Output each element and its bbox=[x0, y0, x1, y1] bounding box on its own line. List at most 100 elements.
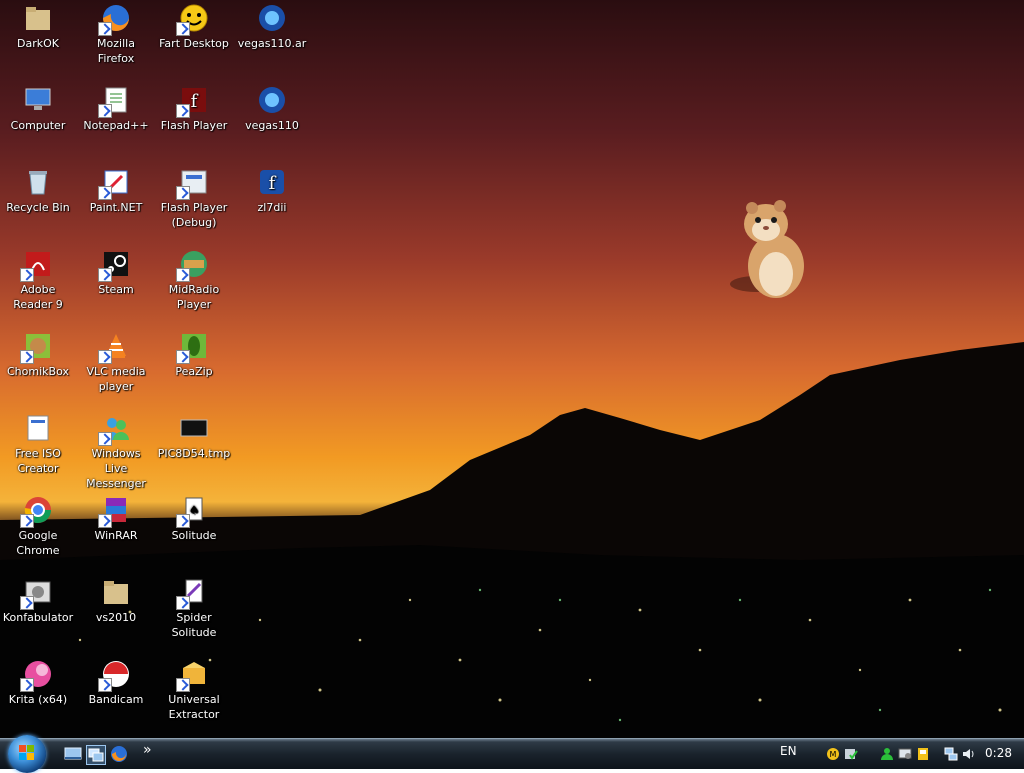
device-tray-icon[interactable] bbox=[898, 746, 912, 760]
desktop-icon-label: Universal Extractor bbox=[168, 693, 220, 721]
shortcut-arrow-icon bbox=[98, 350, 112, 364]
shortcut-arrow-icon bbox=[98, 432, 112, 446]
desktop-icon-vegas110[interactable]: vegas110 bbox=[234, 82, 310, 133]
network-connection-icon[interactable] bbox=[944, 746, 958, 761]
monitor-tray-icon[interactable] bbox=[916, 746, 930, 760]
desktop-icon-label: DarkOK bbox=[17, 37, 59, 50]
desktop-icon-bandicam[interactable]: Bandicam bbox=[78, 656, 154, 707]
desktop-icon-label: MidRadio Player bbox=[168, 283, 220, 311]
desktop-icon-label: Notepad++ bbox=[83, 119, 149, 132]
network-tray-icon[interactable]: M bbox=[826, 746, 840, 760]
recycle-bin-icon bbox=[22, 166, 54, 198]
desktop-icon-fart-desktop[interactable]: Fart Desktop bbox=[156, 0, 232, 51]
shortcut-arrow-icon bbox=[20, 596, 34, 610]
adobe-reader-icon bbox=[20, 248, 54, 282]
desktop-icon-krita-x64[interactable]: Krita (x64) bbox=[0, 656, 76, 707]
shortcut-arrow-icon bbox=[98, 268, 112, 282]
tmp-file-icon bbox=[178, 412, 210, 444]
konfabulator-icon bbox=[20, 576, 54, 610]
desktop-icon-zl7dii[interactable]: f zl7dii bbox=[234, 164, 310, 215]
desktop-icon-peazip[interactable]: PeaZip bbox=[156, 328, 232, 379]
switch-windows-icon[interactable] bbox=[86, 745, 106, 765]
desktop-icon-adobe-reader-9[interactable]: Adobe Reader 9 bbox=[0, 246, 76, 312]
desktop-icon-google-chrome[interactable]: Google Chrome bbox=[0, 492, 76, 558]
desktop-icon-paint-net[interactable]: Paint.NET bbox=[78, 164, 154, 215]
desktop-icon-konfabulator[interactable]: Konfabulator bbox=[0, 574, 76, 625]
shortcut-arrow-icon bbox=[176, 268, 190, 282]
vegas-icon bbox=[256, 2, 288, 34]
desktop-icon-label: Bandicam bbox=[88, 693, 144, 706]
shortcut-arrow-icon bbox=[176, 678, 190, 692]
language-indicator[interactable]: EN bbox=[780, 744, 797, 758]
clock[interactable]: 0:28 bbox=[985, 746, 1012, 760]
desktop-icon-spider-solitude[interactable]: Spider Solitude bbox=[156, 574, 232, 640]
desktop-icon-label: Fart Desktop bbox=[159, 37, 229, 50]
security-tray-icon[interactable] bbox=[844, 746, 858, 760]
shortcut-arrow-icon bbox=[176, 350, 190, 364]
computer-icon bbox=[22, 84, 54, 116]
winrar-icon bbox=[98, 494, 132, 528]
desktop-icon-winrar[interactable]: WinRAR bbox=[78, 492, 154, 543]
desktop-icon-label: Free ISO Creator bbox=[15, 447, 61, 475]
desktop-icon-label: vegas110.ar bbox=[237, 37, 307, 50]
universal-extractor-icon bbox=[176, 658, 210, 692]
desktop-icon-solitude[interactable]: ♠ Solitude bbox=[156, 492, 232, 543]
vegas-icon bbox=[256, 84, 288, 116]
shortcut-arrow-icon bbox=[98, 186, 112, 200]
notepadpp-icon bbox=[98, 84, 132, 118]
desktop-icon-computer[interactable]: Computer bbox=[0, 82, 76, 133]
desktop-icon-vlc-media-player[interactable]: VLC media player bbox=[78, 328, 154, 394]
desktop-icon-label: Mozilla Firefox bbox=[97, 37, 135, 65]
volume-icon[interactable] bbox=[962, 746, 976, 760]
show-desktop-icon[interactable] bbox=[64, 745, 82, 763]
firefox-icon[interactable] bbox=[110, 745, 128, 763]
shortcut-arrow-icon bbox=[20, 514, 34, 528]
desktop[interactable]: DarkOK Mozilla Firefox Fart Desktop vegas11… bbox=[0, 0, 1024, 738]
flash-file-icon: f bbox=[256, 166, 288, 198]
desktop-icon-label: Recycle Bin bbox=[6, 201, 70, 214]
steam-icon bbox=[98, 248, 132, 282]
folder-icon bbox=[100, 576, 132, 608]
desktop-icon-flash-player-debug[interactable]: Flash Player (Debug) bbox=[156, 164, 232, 230]
desktop-icon-steam[interactable]: Steam bbox=[78, 246, 154, 297]
shortcut-arrow-icon bbox=[176, 596, 190, 610]
desktop-icon-pic8d54-tmp[interactable]: PIC8D54.tmp bbox=[156, 410, 232, 461]
desktop-icon-label: Steam bbox=[98, 283, 134, 296]
svg-text:M: M bbox=[830, 750, 837, 759]
flash-icon: f bbox=[176, 84, 210, 118]
desktop-icon-vs2010[interactable]: vs2010 bbox=[78, 574, 154, 625]
desktop-icon-label: Flash Player bbox=[160, 119, 228, 132]
desktop-icon-label: Google Chrome bbox=[16, 529, 60, 557]
desktop-icon-label: Adobe Reader 9 bbox=[13, 283, 63, 311]
desktop-icon-mozilla-firefox[interactable]: Mozilla Firefox bbox=[78, 0, 154, 66]
desktop-icon-free-iso-creator[interactable]: Free ISO Creator bbox=[0, 410, 76, 476]
desktop-icon-label: zl7dii bbox=[257, 201, 287, 214]
desktop-icon-chomikbox[interactable]: ChomikBox bbox=[0, 328, 76, 379]
krita-icon bbox=[20, 658, 54, 692]
desktop-icon-label: PeaZip bbox=[175, 365, 213, 378]
hamster-desktop-pet[interactable] bbox=[726, 196, 810, 300]
solitaire-icon: ♠ bbox=[176, 494, 210, 528]
desktop-icon-vegas110-ar[interactable]: vegas110.ar bbox=[234, 0, 310, 51]
flash-debug-icon bbox=[176, 166, 210, 200]
shortcut-arrow-icon bbox=[176, 186, 190, 200]
desktop-icon-flash-player[interactable]: f Flash Player bbox=[156, 82, 232, 133]
desktop-icon-label: Paint.NET bbox=[89, 201, 143, 214]
desktop-icon-darkok[interactable]: DarkOK bbox=[0, 0, 76, 51]
quick-launch-overflow-chevron[interactable]: » bbox=[143, 742, 152, 758]
shortcut-arrow-icon bbox=[20, 678, 34, 692]
start-button[interactable] bbox=[8, 735, 46, 773]
paintnet-icon bbox=[98, 166, 132, 200]
desktop-icon-windows-live-messenger[interactable]: Windows Live Messenger bbox=[78, 410, 154, 491]
desktop-icon-notepad[interactable]: Notepad++ bbox=[78, 82, 154, 133]
firefox-icon bbox=[98, 2, 132, 36]
desktop-icon-midradio-player[interactable]: MidRadio Player bbox=[156, 246, 232, 312]
desktop-icon-label: Windows Live Messenger bbox=[86, 447, 146, 490]
desktop-icon-label: PIC8D54.tmp bbox=[157, 447, 231, 460]
shortcut-arrow-icon bbox=[176, 514, 190, 528]
svg-text:♠: ♠ bbox=[189, 503, 200, 517]
desktop-icon-recycle-bin[interactable]: Recycle Bin bbox=[0, 164, 76, 215]
messenger-tray-icon[interactable] bbox=[880, 746, 894, 760]
desktop-icon-universal-extractor[interactable]: Universal Extractor bbox=[156, 656, 232, 722]
shortcut-arrow-icon bbox=[98, 678, 112, 692]
